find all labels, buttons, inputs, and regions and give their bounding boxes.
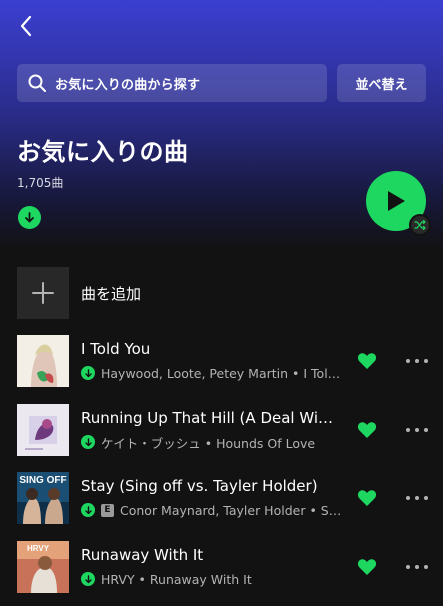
- album-art: [17, 404, 69, 456]
- dot-icon: [424, 496, 428, 500]
- plus-icon: [32, 282, 54, 304]
- add-tile: [17, 267, 69, 319]
- dot-icon: [406, 496, 410, 500]
- dot-icon: [415, 359, 419, 363]
- download-arrow-icon: [25, 212, 34, 223]
- dot-icon: [406, 428, 410, 432]
- play-icon: [388, 191, 405, 211]
- track-artist-album: HRVY • Runaway With It: [101, 571, 252, 587]
- track-meta: HRVY • Runaway With It: [81, 571, 347, 587]
- track-row[interactable]: SING OFF Stay (Sing off vs. Tayler Holde…: [17, 472, 432, 524]
- album-art: SING OFF: [17, 472, 69, 524]
- track-title: Runaway With It: [81, 546, 204, 564]
- album-art: [17, 335, 69, 387]
- dot-icon: [424, 428, 428, 432]
- dot-icon: [415, 496, 419, 500]
- add-song-button[interactable]: 曲を追加: [17, 267, 317, 319]
- shuffle-icon: [414, 219, 426, 231]
- liked-songs-screen: お気に入りの曲から探す 並べ替え お気に入りの曲 1,705曲 曲を追加 I T…: [0, 0, 443, 606]
- dot-icon: [424, 565, 428, 569]
- dot-icon: [406, 359, 410, 363]
- page-title: お気に入りの曲: [17, 138, 189, 166]
- dot-icon: [415, 428, 419, 432]
- downloaded-icon: [81, 435, 95, 449]
- album-art: HRVY: [17, 541, 69, 593]
- sort-button[interactable]: 並べ替え: [337, 64, 426, 102]
- track-artist-album: ケイト・ブッシュ • Hounds Of Love: [101, 435, 316, 451]
- add-song-label: 曲を追加: [81, 284, 142, 303]
- back-button[interactable]: [14, 12, 38, 40]
- track-meta: Haywood, Loote, Petey Martin • I Tol…: [81, 365, 347, 381]
- track-meta: ケイト・ブッシュ • Hounds Of Love: [81, 434, 347, 450]
- track-title: Stay (Sing off vs. Tayler Holder): [81, 477, 318, 495]
- downloaded-icon: [81, 503, 95, 517]
- dot-icon: [415, 565, 419, 569]
- track-artist-album: Conor Maynard, Tayler Holder • S…: [120, 502, 342, 518]
- track-count: 1,705曲: [17, 176, 64, 190]
- shuffle-button[interactable]: [409, 214, 431, 236]
- more-options-button[interactable]: [406, 420, 428, 440]
- heart-icon[interactable]: [357, 488, 377, 508]
- heart-icon[interactable]: [357, 557, 377, 577]
- search-input[interactable]: お気に入りの曲から探す: [17, 64, 327, 102]
- download-toggle[interactable]: [18, 206, 41, 229]
- downloaded-icon: [81, 366, 95, 380]
- track-artist-album: Haywood, Loote, Petey Martin • I Tol…: [101, 365, 341, 381]
- downloaded-icon: [81, 572, 95, 586]
- more-options-button[interactable]: [406, 557, 428, 577]
- search-icon: [28, 74, 46, 92]
- more-options-button[interactable]: [406, 488, 428, 508]
- track-title: Running Up That Hill (A Deal Wi…: [81, 409, 334, 427]
- cover-text: HRVY: [27, 544, 50, 553]
- dot-icon: [406, 565, 410, 569]
- track-row[interactable]: I Told You Haywood, Loote, Petey Martin …: [17, 335, 432, 387]
- cover-text: SING OFF: [19, 475, 66, 486]
- track-row[interactable]: HRVY Runaway With It HRVY • Runaway With…: [17, 541, 432, 593]
- track-title: I Told You: [81, 340, 151, 358]
- explicit-badge: E: [101, 503, 114, 517]
- dot-icon: [424, 359, 428, 363]
- track-row[interactable]: Running Up That Hill (A Deal Wi… ケイト・ブッシ…: [17, 404, 432, 456]
- search-placeholder: お気に入りの曲から探す: [55, 77, 201, 93]
- more-options-button[interactable]: [406, 351, 428, 371]
- heart-icon[interactable]: [357, 420, 377, 440]
- track-meta: E Conor Maynard, Tayler Holder • S…: [81, 502, 347, 518]
- heart-icon[interactable]: [357, 351, 377, 371]
- chevron-left-icon: [20, 15, 32, 37]
